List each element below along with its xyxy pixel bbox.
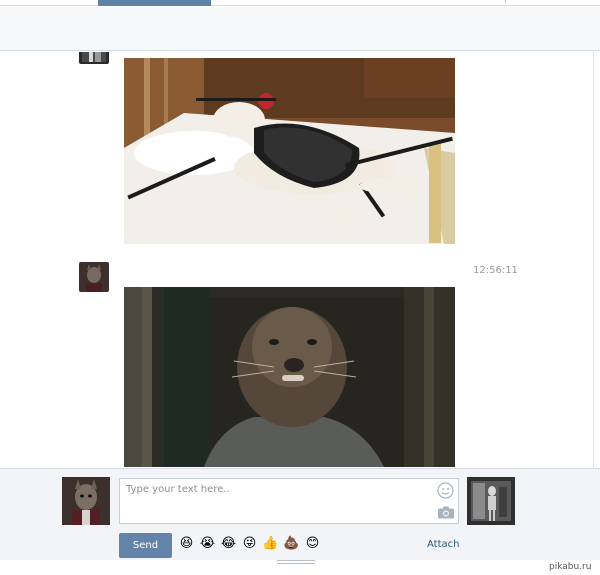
emoji-thumbs-up[interactable]: 👍 bbox=[262, 535, 279, 553]
conversation-header bbox=[0, 7, 600, 51]
peer-avatar[interactable] bbox=[467, 477, 515, 525]
my-avatar-small[interactable] bbox=[79, 262, 109, 292]
tab-separator bbox=[505, 0, 506, 3]
camera-icon[interactable] bbox=[438, 506, 454, 519]
message-photo-rat-creature[interactable] bbox=[124, 287, 455, 467]
top-navigation-bar bbox=[0, 0, 600, 6]
peer-avatar-small[interactable] bbox=[79, 52, 109, 64]
messenger-window: 12:56:11 Type your text here.. Send 😆 😭 … bbox=[0, 0, 600, 575]
message-input[interactable] bbox=[119, 478, 459, 524]
watermark: pikabu.ru bbox=[549, 562, 592, 572]
emoji-crying[interactable]: 😭 bbox=[199, 535, 216, 553]
emoji-poop[interactable]: 💩 bbox=[283, 535, 300, 553]
resize-handle[interactable] bbox=[277, 560, 315, 566]
smile-icon[interactable] bbox=[437, 482, 454, 499]
message-history[interactable]: 12:56:11 bbox=[0, 52, 593, 467]
content-border bbox=[593, 50, 594, 468]
active-tab-indicator[interactable] bbox=[98, 0, 211, 6]
message-composer: Send 😆 😭 😂 😜 👍 💩 😊 Attach bbox=[0, 468, 600, 560]
my-avatar[interactable] bbox=[62, 477, 110, 525]
send-button[interactable]: Send bbox=[119, 533, 172, 558]
emoji-bar: 😆 😭 😂 😜 👍 💩 😊 bbox=[178, 535, 321, 555]
message-timestamp: 12:56:11 bbox=[473, 265, 518, 276]
attach-link[interactable]: Attach bbox=[427, 539, 459, 550]
message-photo-rat-corset[interactable] bbox=[124, 58, 455, 244]
emoji-laughing[interactable]: 😆 bbox=[178, 535, 195, 553]
emoji-smile[interactable]: 😊 bbox=[304, 535, 321, 553]
emoji-tears-of-joy[interactable]: 😂 bbox=[220, 535, 237, 553]
emoji-wink-tongue[interactable]: 😜 bbox=[241, 535, 258, 553]
